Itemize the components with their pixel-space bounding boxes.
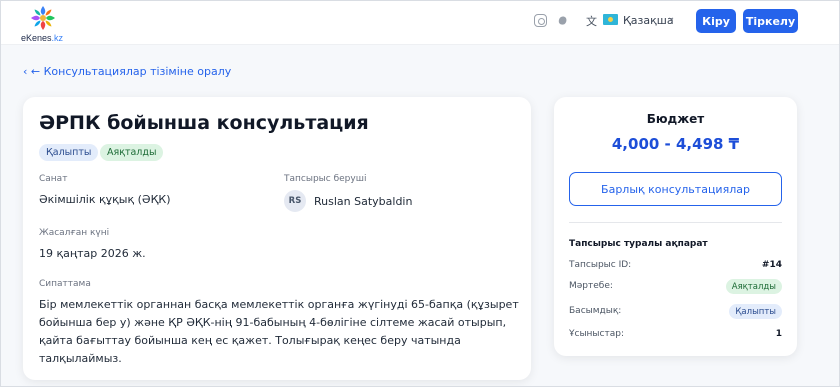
status-badge: Аяқталды [100,144,164,161]
info-key: Ұсыныстар: [569,329,624,339]
avatar: RS [284,190,306,212]
logo-text: eKenes.kz [21,33,64,43]
chevron-down-icon[interactable]: ⌄ [667,12,675,23]
threads-icon[interactable] [556,14,569,27]
site-logo[interactable]: eKenes.kz [21,4,67,44]
category-value: Әкімшілік құқық (ӘҚК) [39,193,171,206]
all-consultations-button[interactable]: Барлық консультациялар [569,172,782,206]
priority-badge: Қалыпты [729,304,782,319]
status-badge: Аяқталды [725,279,782,294]
info-key: Басымдық: [569,306,622,316]
info-row-status: Мәртебе: Аяқталды [569,279,782,295]
client-label: Тапсырыс беруші [284,174,367,184]
consultation-card: ӘРПК бойынша консультация Қалыпты Аяқтал… [23,97,531,380]
info-row-priority: Басымдық: Қалыпты [569,304,782,320]
info-value: 1 [775,329,782,339]
order-info-title: Тапсырыс туралы ақпарат [569,239,708,249]
top-header: eKenes.kz 文 Қазақша ⌄ Кіру Тіркелу [1,1,839,45]
divider [569,222,782,223]
logo-mark-icon [31,6,55,30]
category-label: Санат [39,174,68,184]
info-row-order-id: Тапсырыс ID: #14 [569,258,782,274]
created-value: 19 қаңтар 2026 ж. [39,247,146,260]
register-button[interactable]: Тіркелу [743,9,798,33]
info-key: Мәртебе: [569,281,613,291]
description-label: Сипаттама [39,279,91,289]
budget-title: Бюджет [646,112,705,126]
priority-badge: Қалыпты [39,144,99,161]
description-text: Бір мемлекеттік органнан басқа мемлекетт… [39,298,519,365]
budget-value: 4,000 - 4,498 ₸ [611,135,740,153]
client-name: Ruslan Satybaldin [314,195,413,208]
language-selector-label[interactable]: Қазақша [623,14,674,27]
back-to-list-link[interactable]: ‹ ← Консультациялар тізіміне оралу [23,65,231,78]
budget-card: Бюджет 4,000 - 4,498 ₸ Барлық консультац… [554,97,797,356]
instagram-icon[interactable] [534,14,547,27]
login-button[interactable]: Кіру [696,9,736,33]
info-row-offers: Ұсыныстар: 1 [569,327,782,343]
info-value: #14 [761,260,782,270]
info-key: Тапсырыс ID: [569,260,632,270]
flag-kz-icon [603,14,618,25]
translate-icon: 文 [586,15,597,28]
created-label: Жасалған күні [39,228,110,238]
page-title: ӘРПК бойынша консультация [39,112,369,134]
page: eKenes.kz 文 Қазақша ⌄ Кіру Тіркелу ‹ ← К… [0,0,840,387]
